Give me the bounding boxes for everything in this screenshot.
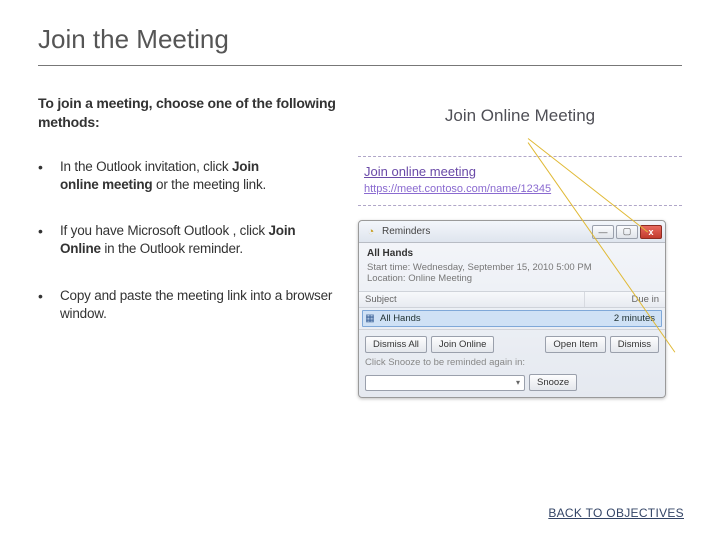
dismiss-button[interactable]: Dismiss xyxy=(610,336,659,353)
left-column: To join a meeting, choose one of the fol… xyxy=(38,94,338,398)
button-bar: Dismiss All Join Online Open Item Dismis… xyxy=(359,329,665,357)
reminders-window: ◔ Reminders — ▢ x All Hands Start time: … xyxy=(358,220,666,398)
t: If you have Microsoft Outlook , click xyxy=(60,223,268,238)
close-button[interactable]: x xyxy=(640,225,662,239)
snooze-label: Click Snooze to be reminded again in: xyxy=(365,357,525,368)
maximize-button[interactable]: ▢ xyxy=(616,225,638,239)
meeting-url-link[interactable]: https://meet.contoso.com/name/12345 xyxy=(364,183,676,195)
list-header: Subject Due in xyxy=(359,291,665,308)
join-online-button[interactable]: Join Online xyxy=(431,336,495,353)
title-rule xyxy=(38,65,682,66)
col-due: Due in xyxy=(585,292,665,307)
t: Join xyxy=(232,159,259,174)
join-online-meeting-link[interactable]: Join online meeting xyxy=(364,164,476,179)
snooze-controls: ▾ Snooze xyxy=(359,374,665,397)
t: online meeting xyxy=(60,177,152,192)
reminder-subject: All Hands xyxy=(367,248,657,261)
reminder-location: Location: Online Meeting xyxy=(367,273,657,285)
method-1: In the Outlook invitation, click Join on… xyxy=(38,158,338,194)
method-3: Copy and paste the meeting link into a b… xyxy=(38,287,338,323)
titlebar: ◔ Reminders — ▢ x xyxy=(359,221,665,243)
chevron-down-icon: ▾ xyxy=(516,378,520,387)
reminder-row[interactable]: ▦ All Hands 2 minutes xyxy=(362,310,662,327)
col-subject: Subject xyxy=(359,292,585,307)
open-item-button[interactable]: Open Item xyxy=(545,336,605,353)
row-subject: All Hands xyxy=(377,311,581,326)
right-heading: Join Online Meeting xyxy=(358,106,682,126)
minimize-button[interactable]: — xyxy=(592,225,614,239)
right-column: Join Online Meeting Join online meeting … xyxy=(358,94,682,398)
calendar-icon: ▦ xyxy=(363,311,377,326)
page-title: Join the Meeting xyxy=(38,24,682,65)
invite-snippet: Join online meeting https://meet.contoso… xyxy=(358,156,682,206)
t: or the meeting link. xyxy=(152,177,266,192)
method-2: If you have Microsoft Outlook , click Jo… xyxy=(38,222,338,258)
t: In the Outlook invitation, click xyxy=(60,159,232,174)
t: in the Outlook reminder. xyxy=(101,241,243,256)
back-to-objectives-link[interactable]: BACK TO OBJECTIVES xyxy=(548,506,684,520)
snooze-bar: Click Snooze to be reminded again in: xyxy=(359,357,665,374)
intro-text: To join a meeting, choose one of the fol… xyxy=(38,94,338,132)
methods-list: In the Outlook invitation, click Join on… xyxy=(38,158,338,323)
dismiss-all-button[interactable]: Dismiss All xyxy=(365,336,427,353)
snooze-button[interactable]: Snooze xyxy=(529,374,577,391)
reminder-icon: ◔ xyxy=(365,226,377,238)
reminder-meta: All Hands Start time: Wednesday, Septemb… xyxy=(359,243,665,291)
window-title: Reminders xyxy=(382,226,430,237)
snooze-select[interactable]: ▾ xyxy=(365,375,525,391)
